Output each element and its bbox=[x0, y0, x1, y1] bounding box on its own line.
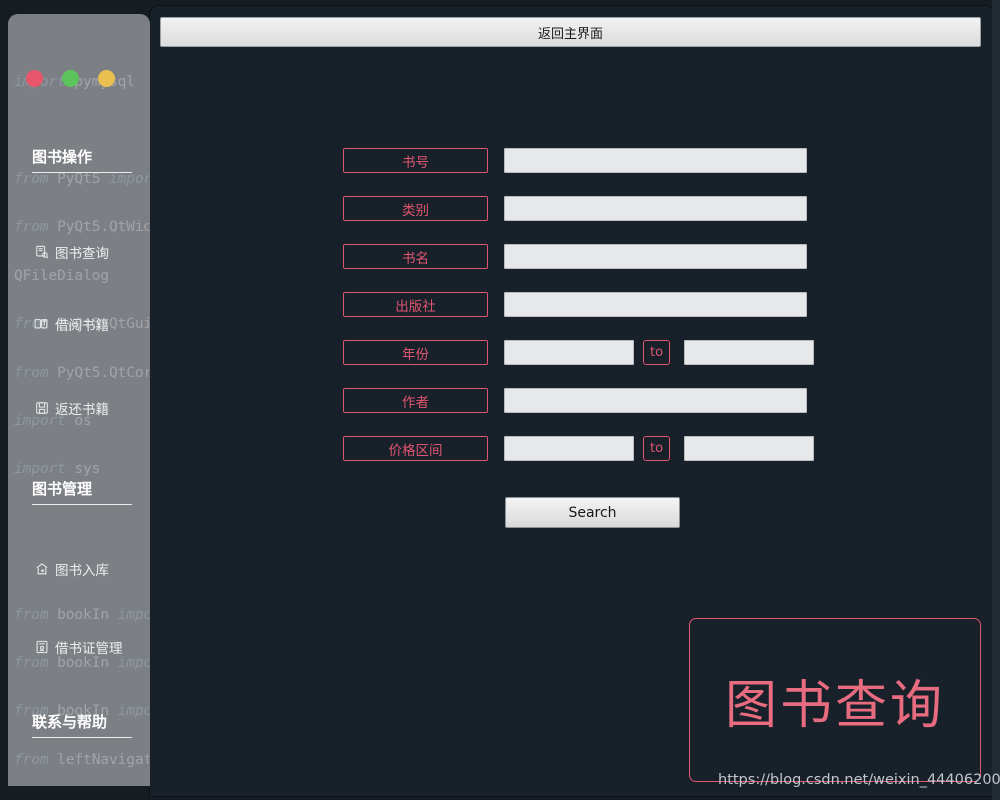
nav-section-header-book-operations: 图书操作 bbox=[32, 146, 132, 173]
sidebar-item-label: 借书证管理 bbox=[55, 637, 123, 657]
field-label-book-title[interactable]: 书名 bbox=[343, 244, 488, 269]
sidebar-item-card-manage[interactable]: 借书证管理 bbox=[34, 637, 150, 657]
watermark-text: https://blog.csdn.net/weixin_44406200 bbox=[718, 772, 1000, 788]
sidebar-item-book-in[interactable]: 图书入库 bbox=[34, 559, 150, 579]
field-label-author[interactable]: 作者 bbox=[343, 388, 488, 413]
year-from-input[interactable] bbox=[504, 340, 634, 365]
screen: import pymysql from PyQt5 import QtGui, … bbox=[0, 0, 1000, 800]
author-input[interactable] bbox=[504, 388, 807, 413]
field-label-book-number[interactable]: 书号 bbox=[343, 148, 488, 173]
sidebar-item-book-search[interactable]: 图书查询 bbox=[34, 242, 150, 262]
field-label-price-range[interactable]: 价格区间 bbox=[343, 436, 488, 461]
window-controls bbox=[26, 70, 115, 87]
page-title-plate: 图书查询 bbox=[689, 618, 981, 782]
price-to-input[interactable] bbox=[684, 436, 814, 461]
price-from-input[interactable] bbox=[504, 436, 634, 461]
maximize-button[interactable] bbox=[98, 70, 115, 87]
book-return-icon bbox=[34, 401, 49, 416]
minimize-button[interactable] bbox=[62, 70, 79, 87]
nav-section-header-contact-help: 联系与帮助 bbox=[32, 711, 132, 738]
book-borrow-icon bbox=[34, 317, 49, 332]
sidebar-item-book-borrow[interactable]: 借阅书籍 bbox=[34, 314, 150, 334]
nav-section-header-book-management: 图书管理 bbox=[32, 478, 132, 505]
sidebar-item-label: 图书入库 bbox=[55, 559, 109, 579]
return-to-main-label: 返回主界面 bbox=[538, 23, 603, 42]
book-in-icon bbox=[34, 562, 49, 577]
year-to-input[interactable] bbox=[684, 340, 814, 365]
close-button[interactable] bbox=[26, 70, 43, 87]
page-title: 图书查询 bbox=[725, 663, 945, 738]
return-to-main-button[interactable]: 返回主界面 bbox=[160, 17, 981, 47]
book-search-icon bbox=[34, 245, 49, 260]
search-button[interactable]: Search bbox=[505, 497, 680, 528]
sidebar-item-book-return[interactable]: 返还书籍 bbox=[34, 398, 150, 418]
window-right-edge bbox=[992, 0, 1000, 800]
sidebar-item-label: 借阅书籍 bbox=[55, 314, 109, 334]
card-manage-icon bbox=[34, 640, 49, 655]
category-input[interactable] bbox=[504, 196, 807, 221]
year-range-separator: to bbox=[643, 340, 670, 365]
sidebar-item-label: 返还书籍 bbox=[55, 398, 109, 418]
field-label-publisher[interactable]: 出版社 bbox=[343, 292, 488, 317]
book-number-input[interactable] bbox=[504, 148, 807, 173]
left-navigation-sidebar: 图书操作 图书查询 bbox=[8, 14, 150, 786]
price-range-separator: to bbox=[643, 436, 670, 461]
field-label-year[interactable]: 年份 bbox=[343, 340, 488, 365]
sidebar-item-label: 图书查询 bbox=[55, 242, 109, 262]
field-label-category[interactable]: 类别 bbox=[343, 196, 488, 221]
publisher-input[interactable] bbox=[504, 292, 807, 317]
search-button-label: Search bbox=[568, 505, 616, 521]
book-title-input[interactable] bbox=[504, 244, 807, 269]
